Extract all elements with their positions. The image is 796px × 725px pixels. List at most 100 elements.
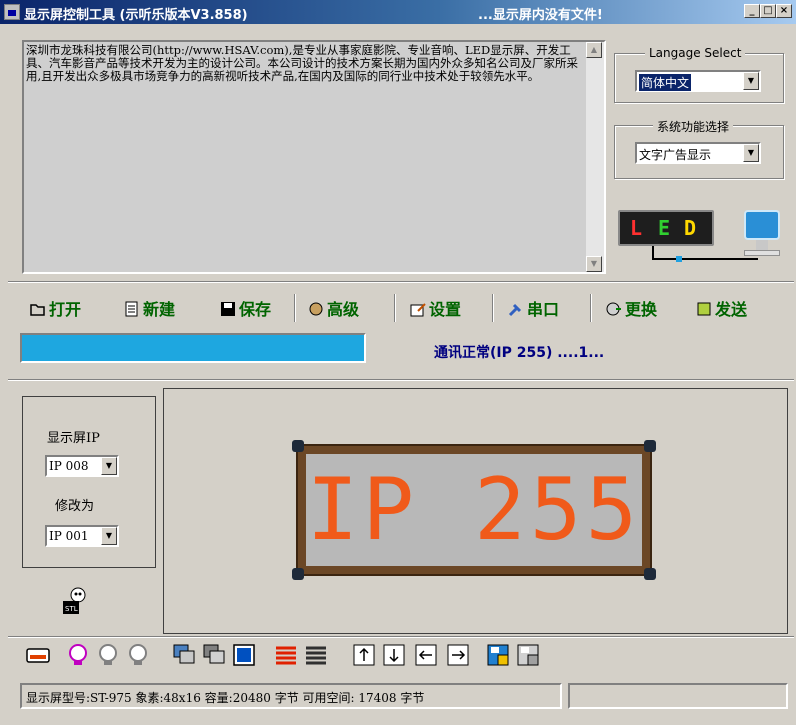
- chevron-down-icon[interactable]: ▼: [101, 527, 117, 545]
- description-textarea[interactable]: 深圳市龙珠科技有限公司(http://www.HSAV.com),是专业从事家庭…: [22, 40, 606, 274]
- led-frame: IP 255: [292, 440, 656, 580]
- new-button-label: 新建: [143, 300, 176, 319]
- connector-icon: [676, 256, 682, 262]
- minimize-button[interactable]: _: [744, 4, 760, 18]
- scroll-down-icon[interactable]: ▼: [586, 256, 602, 272]
- send-button[interactable]: 发送: [696, 296, 747, 320]
- import-bmp-icon[interactable]: [486, 643, 510, 667]
- open-button[interactable]: 打开: [30, 296, 81, 320]
- status-bar-secondary: [568, 683, 788, 709]
- align-lines-icon[interactable]: [304, 643, 328, 667]
- chevron-down-icon[interactable]: ▼: [101, 457, 117, 475]
- svg-text:STL: STL: [65, 605, 78, 613]
- led-screen: IP 255: [306, 454, 642, 566]
- led-logo: L E D: [618, 210, 714, 246]
- function-selected-value: 文字广告显示: [639, 148, 712, 162]
- lamp-dim-icon[interactable]: [96, 643, 120, 667]
- language-group-title: Langage Select: [645, 46, 746, 60]
- led-letter-d: D: [684, 216, 697, 240]
- fill-screen-icon[interactable]: [232, 643, 256, 667]
- chevron-down-icon[interactable]: ▼: [743, 144, 759, 162]
- send-button-label: 发送: [715, 300, 748, 319]
- change-to-label: 修改为: [55, 499, 95, 514]
- settings-pencil-icon: [410, 301, 426, 317]
- keyboard-icon: [744, 250, 780, 256]
- folder-open-icon: [30, 301, 46, 317]
- frame-corner: [292, 568, 304, 580]
- arrow-down-icon[interactable]: [382, 643, 406, 667]
- frame-corner: [644, 568, 656, 580]
- status-bar: 显示屏型号:ST-975 象素:48x16 容量:20480 字节 可用空间: …: [20, 683, 562, 709]
- export-bmp-icon[interactable]: [516, 643, 540, 667]
- separator: [8, 636, 794, 638]
- new-file-icon: [124, 301, 140, 317]
- frame-corner: [644, 440, 656, 452]
- cable-line: [652, 258, 758, 260]
- serial-plug-icon: [508, 301, 524, 317]
- serial-port-button[interactable]: 串口: [508, 296, 559, 320]
- function-group: 系统功能选择 文字广告显示 ▼: [614, 118, 784, 179]
- communication-status: 通讯正常(IP 255) ....1...: [434, 345, 605, 361]
- toolbar: 打开 新建 保存 高级 设置 串口 更换 发送: [20, 292, 780, 326]
- title-bar[interactable]: 显示屏控制工具 (示听乐版本V3.858) ...显示屏内没有文件! _ □ ×: [0, 0, 796, 24]
- change-button-label: 更换: [625, 300, 658, 319]
- monitor-stand-icon: [756, 240, 768, 250]
- mascot-icon[interactable]: STL: [60, 586, 90, 616]
- save-button[interactable]: 保存: [220, 296, 271, 320]
- change-to-ip-select[interactable]: IP 001 ▼: [45, 525, 119, 547]
- language-group: Langage Select 简体中文 ▼: [614, 46, 784, 103]
- app-window: 显示屏控制工具 (示听乐版本V3.858) ...显示屏内没有文件! _ □ ×…: [0, 0, 796, 725]
- led-screen-text: IP 255: [306, 460, 642, 560]
- display-ip-select[interactable]: IP 008 ▼: [45, 455, 119, 477]
- save-disk-icon: [220, 301, 236, 317]
- change-icon: [606, 301, 622, 317]
- separator: [8, 379, 794, 381]
- toolbar-separator: [394, 294, 396, 322]
- led-board-icon[interactable]: [26, 643, 50, 667]
- lamp-off-icon[interactable]: [126, 643, 150, 667]
- display-ip-label: 显示屏IP: [47, 431, 100, 446]
- toolbar-separator: [492, 294, 494, 322]
- language-selected-value: 简体中文: [639, 74, 692, 91]
- window-title: 显示屏控制工具 (示听乐版本V3.858): [24, 8, 248, 23]
- advanced-button[interactable]: 高级: [308, 296, 359, 320]
- led-letter-l: L: [630, 216, 643, 240]
- advanced-button-label: 高级: [327, 300, 360, 319]
- language-select[interactable]: 简体中文 ▼: [635, 70, 761, 92]
- separator: [8, 281, 794, 283]
- change-button[interactable]: 更换: [606, 296, 657, 320]
- scroll-up-icon[interactable]: ▲: [586, 42, 602, 58]
- send-icon: [696, 301, 712, 317]
- toolbar-separator: [590, 294, 592, 322]
- save-button-label: 保存: [239, 300, 272, 319]
- arrow-up-icon[interactable]: [352, 643, 376, 667]
- function-group-title: 系统功能选择: [653, 118, 734, 135]
- change-to-ip-value: IP 001: [49, 529, 89, 543]
- open-button-label: 打开: [49, 300, 82, 319]
- arrow-right-icon[interactable]: [446, 643, 470, 667]
- vertical-scrollbar[interactable]: ▲ ▼: [586, 42, 604, 272]
- chevron-down-icon[interactable]: ▼: [743, 72, 759, 90]
- led-letter-e: E: [658, 216, 671, 240]
- description-text: 深圳市龙珠科技有限公司(http://www.HSAV.com),是专业从事家庭…: [26, 43, 578, 83]
- app-icon[interactable]: [4, 4, 20, 20]
- close-button[interactable]: ×: [776, 4, 792, 18]
- progress-fill: [22, 335, 364, 361]
- copy-screen-icon[interactable]: [172, 643, 196, 667]
- paste-screen-icon[interactable]: [202, 643, 226, 667]
- advanced-icon: [308, 301, 324, 317]
- settings-button-label: 设置: [429, 300, 462, 319]
- title-status: ...显示屏内没有文件!: [478, 8, 603, 23]
- align-lines-red-icon[interactable]: [274, 643, 298, 667]
- maximize-button[interactable]: □: [760, 4, 776, 18]
- lamp-on-icon[interactable]: [66, 643, 90, 667]
- new-button[interactable]: 新建: [124, 296, 175, 320]
- settings-button[interactable]: 设置: [410, 296, 461, 320]
- toolbar-separator: [294, 294, 296, 322]
- frame-corner: [292, 440, 304, 452]
- ip-panel: 显示屏IP IP 008 ▼ 修改为 IP 001 ▼: [22, 396, 156, 568]
- monitor-icon: [744, 210, 780, 240]
- arrow-left-icon[interactable]: [414, 643, 438, 667]
- function-select[interactable]: 文字广告显示 ▼: [635, 142, 761, 164]
- display-ip-value: IP 008: [49, 459, 89, 473]
